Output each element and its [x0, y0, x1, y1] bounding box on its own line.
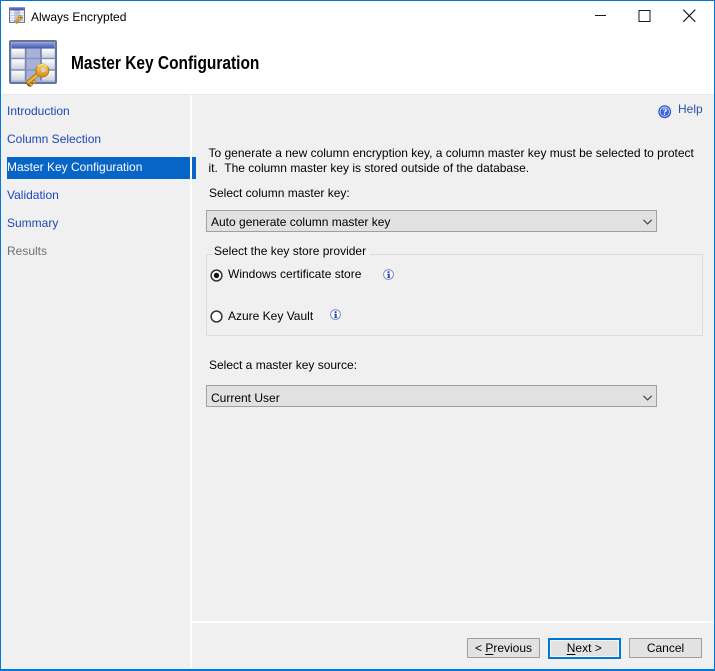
svg-text:?: ?	[662, 107, 667, 118]
